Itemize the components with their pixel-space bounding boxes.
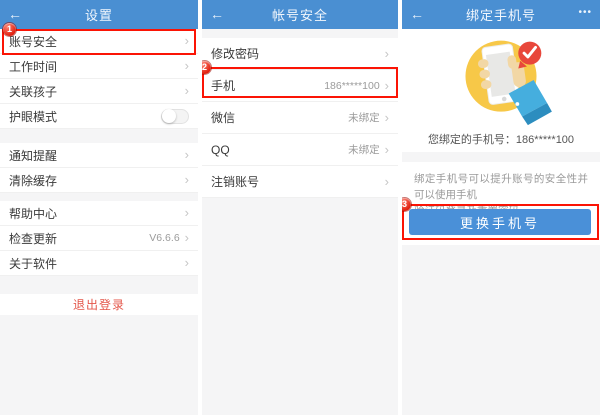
menu-item-phone[interactable]: 手机 186*****100 › <box>202 70 398 102</box>
chevron-right-icon: › <box>185 256 189 269</box>
tutorial-composite: ← 设置 账号安全 › 工作时间 › 关联孩子 › 护眼模式 <box>0 0 600 415</box>
back-arrow-icon[interactable]: ← <box>210 0 224 29</box>
section-divider <box>202 29 398 38</box>
menu-label: 修改密码 <box>211 45 259 62</box>
account-security-screen: ← 帐号安全 修改密码 › 手机 186*****100 › 微信 未绑定 › <box>202 0 398 415</box>
chevron-right-icon: › <box>385 47 389 60</box>
phone-in-hand-illustration <box>443 32 559 128</box>
menu-label: 检查更新 <box>9 230 57 247</box>
account-group: 修改密码 › 手机 186*****100 › 微信 未绑定 › QQ 未绑定 … <box>202 38 398 198</box>
chevron-right-icon: › <box>385 111 389 124</box>
chevron-right-icon: › <box>185 84 189 97</box>
section-divider <box>0 193 198 201</box>
menu-label: 关于软件 <box>9 255 57 272</box>
menu-label: QQ <box>211 143 230 157</box>
chevron-right-icon: › <box>385 175 389 188</box>
menu-label: 关联孩子 <box>9 83 57 100</box>
chevron-right-icon: › <box>185 34 189 47</box>
menu-item-qq[interactable]: QQ 未绑定 › <box>202 134 398 166</box>
menu-label: 手机 <box>211 77 235 94</box>
menu-item-delete-account[interactable]: 注销账号 › <box>202 166 398 198</box>
empty-area <box>0 315 198 415</box>
logout-button[interactable]: 退出登录 <box>0 294 198 315</box>
chevron-right-icon: › <box>185 59 189 72</box>
more-options-icon[interactable]: ••• <box>578 0 592 29</box>
menu-item-account-security[interactable]: 账号安全 › <box>0 29 198 54</box>
menu-item-notifications[interactable]: 通知提醒 › <box>0 143 198 168</box>
menu-item-work-time[interactable]: 工作时间 › <box>0 54 198 79</box>
menu-item-check-update[interactable]: 检查更新 V6.6.6 › <box>0 226 198 251</box>
back-arrow-icon[interactable]: ← <box>8 0 22 29</box>
account-title: 帐号安全 <box>272 5 328 24</box>
menu-label: 通知提醒 <box>9 147 57 164</box>
menu-label: 工作时间 <box>9 58 57 75</box>
wechat-bind-status: 未绑定 <box>348 110 380 125</box>
settings-screen: ← 设置 账号安全 › 工作时间 › 关联孩子 › 护眼模式 <box>0 0 198 415</box>
chevron-right-icon: › <box>185 206 189 219</box>
menu-label: 注销账号 <box>211 173 259 190</box>
settings-group-3: 帮助中心 › 检查更新 V6.6.6 › 关于软件 › <box>0 201 198 276</box>
menu-item-linked-child[interactable]: 关联孩子 › <box>0 79 198 104</box>
change-phone-button[interactable]: 更换手机号 <box>409 209 591 235</box>
menu-item-wechat[interactable]: 微信 未绑定 › <box>202 102 398 134</box>
settings-appbar: ← 设置 <box>0 0 198 29</box>
illustration-block: 您绑定的手机号：186*****100 <box>402 29 600 152</box>
phone-number-value: 186*****100 <box>324 80 379 92</box>
section-divider <box>0 276 198 294</box>
chevron-right-icon: › <box>385 143 389 156</box>
section-divider <box>0 129 198 143</box>
bind-title: 绑定手机号 <box>466 5 536 24</box>
logout-label: 退出登录 <box>73 296 125 313</box>
menu-item-about[interactable]: 关于软件 › <box>0 251 198 276</box>
bind-phone-screen: ← 绑定手机号 ••• <box>402 0 600 415</box>
menu-item-eye-protection[interactable]: 护眼模式 <box>0 104 198 129</box>
chevron-right-icon: › <box>385 79 389 92</box>
qq-bind-status: 未绑定 <box>348 142 380 157</box>
account-appbar: ← 帐号安全 <box>202 0 398 29</box>
chevron-right-icon: › <box>185 148 189 161</box>
settings-group-2: 通知提醒 › 清除缓存 › <box>0 143 198 193</box>
empty-area <box>202 198 398 415</box>
bind-appbar: ← 绑定手机号 ••• <box>402 0 600 29</box>
settings-group-1: 账号安全 › 工作时间 › 关联孩子 › 护眼模式 <box>0 29 198 129</box>
chevron-right-icon: › <box>185 231 189 244</box>
menu-label: 护眼模式 <box>9 108 57 125</box>
menu-label: 微信 <box>211 109 235 126</box>
menu-label: 帮助中心 <box>9 205 57 222</box>
menu-label: 清除缓存 <box>9 172 57 189</box>
eye-protection-toggle-off[interactable] <box>161 109 189 124</box>
version-text: V6.6.6 <box>149 232 179 244</box>
menu-item-clear-cache[interactable]: 清除缓存 › <box>0 168 198 193</box>
bound-phone-number-text: 您绑定的手机号：186*****100 <box>402 131 600 147</box>
menu-item-change-password[interactable]: 修改密码 › <box>202 38 398 70</box>
back-arrow-icon[interactable]: ← <box>410 0 424 29</box>
menu-label: 账号安全 <box>9 33 57 50</box>
menu-item-help-center[interactable]: 帮助中心 › <box>0 201 198 226</box>
chevron-right-icon: › <box>185 173 189 186</box>
settings-title: 设置 <box>85 5 113 24</box>
